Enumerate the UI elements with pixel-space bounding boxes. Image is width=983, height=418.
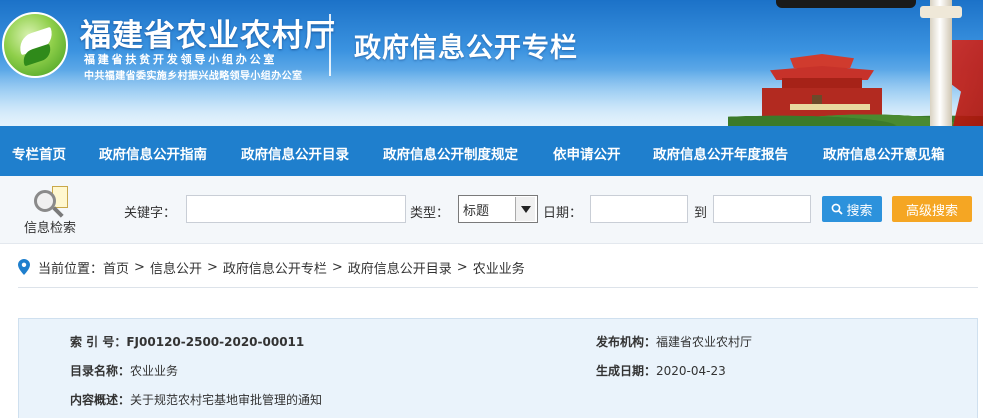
advanced-search-label: 高级搜索 bbox=[905, 203, 958, 219]
ministry-logo-icon[interactable] bbox=[2, 12, 68, 78]
org-subtitle-2: 中共福建省委实施乡村振兴战略领导小组办公室 bbox=[84, 71, 303, 82]
nav-item-home[interactable]: 专栏首页 bbox=[12, 143, 66, 163]
nav-item-apply[interactable]: 依申请公开 bbox=[553, 143, 621, 163]
org-title[interactable]: 福建省农业农村厅 bbox=[80, 10, 336, 55]
keyword-label: 关键字： bbox=[124, 206, 177, 221]
index-number-row: 索 引 号：FJ00120-2500-2020-00011 bbox=[70, 333, 304, 350]
date-value: 2020-04-23 bbox=[656, 364, 726, 378]
org-subtitle-1: 福建省扶贫开发领导小组办公室 bbox=[84, 53, 278, 66]
huabiao-top bbox=[920, 6, 962, 18]
search-button[interactable]: 搜索 bbox=[822, 196, 882, 222]
content-divider bbox=[18, 287, 978, 288]
huabiao-pillar bbox=[930, 0, 952, 126]
chevron-down-icon[interactable] bbox=[515, 197, 535, 221]
nav-item-regulations[interactable]: 政府信息公开制度规定 bbox=[383, 143, 518, 163]
breadcrumb-separator: > bbox=[456, 259, 468, 275]
date-row: 生成日期：2020-04-23 bbox=[596, 362, 726, 379]
main-nav: 专栏首页 政府信息公开指南 政府信息公开目录 政府信息公开制度规定 依申请公开 … bbox=[0, 126, 983, 176]
breadcrumb-separator: > bbox=[134, 259, 145, 275]
summary-key: 内容概述： bbox=[70, 393, 131, 407]
summary-row: 内容概述：关于规范农村宅基地审批管理的通知 bbox=[70, 391, 322, 408]
location-pin-icon bbox=[18, 259, 30, 275]
breadcrumb-column[interactable]: 政府信息公开专栏 bbox=[223, 258, 327, 277]
breadcrumb-home[interactable]: 首页 bbox=[103, 258, 129, 277]
type-select[interactable]: 标题 bbox=[458, 195, 538, 223]
breadcrumb-separator: > bbox=[206, 259, 218, 275]
catalog-value: 农业业务 bbox=[130, 364, 179, 378]
date-from-input[interactable] bbox=[590, 195, 688, 223]
type-select-value: 标题 bbox=[463, 203, 490, 219]
summary-value: 关于规范农村宅基地审批管理的通知 bbox=[130, 393, 323, 407]
banner-top-tab bbox=[776, 0, 916, 8]
header-divider bbox=[329, 14, 331, 76]
breadcrumb-info-public[interactable]: 信息公开 bbox=[150, 258, 202, 277]
index-number-value: FJ00120-2500-2020-00011 bbox=[126, 335, 305, 349]
header-banner: 福建省农业农村厅 福建省扶贫开发领导小组办公室 中共福建省委实施乡村振兴战略领导… bbox=[0, 0, 983, 126]
breadcrumb-catalog[interactable]: 政府信息公开目录 bbox=[348, 258, 452, 277]
search-icon bbox=[832, 203, 844, 215]
breadcrumb-current[interactable]: 农业业务 bbox=[473, 258, 525, 277]
date-label: 日期： bbox=[543, 206, 583, 221]
breadcrumb-prefix: 当前位置： bbox=[38, 261, 104, 277]
type-label: 类型： bbox=[410, 206, 450, 221]
date-to-input[interactable] bbox=[713, 195, 811, 223]
info-search-label[interactable]: 信息检索 bbox=[24, 217, 76, 236]
column-title: 政府信息公开专栏 bbox=[354, 33, 578, 64]
index-number-key: 索 引 号： bbox=[70, 335, 127, 349]
publisher-row: 发布机构：福建省农业农村厅 bbox=[596, 333, 752, 350]
tiananmen-illustration bbox=[790, 54, 854, 68]
catalog-key: 目录名称： bbox=[70, 364, 131, 378]
keyword-input[interactable] bbox=[186, 195, 406, 223]
nav-item-feedback[interactable]: 政府信息公开意见箱 bbox=[823, 143, 945, 163]
breadcrumb: 当前位置： 首页 > 信息公开 > 政府信息公开专栏 > 政府信息公开目录 > … bbox=[18, 257, 525, 277]
catalog-row: 目录名称：农业业务 bbox=[70, 362, 178, 379]
publisher-value: 福建省农业农村厅 bbox=[656, 335, 753, 349]
advanced-search-button[interactable]: 高级搜索 bbox=[892, 196, 972, 222]
date-to-label: 到 bbox=[694, 206, 708, 221]
search-button-label: 搜索 bbox=[846, 203, 873, 219]
publisher-key: 发布机构： bbox=[596, 335, 657, 349]
breadcrumb-separator: > bbox=[331, 259, 343, 275]
nav-item-guide[interactable]: 政府信息公开指南 bbox=[99, 143, 207, 163]
nav-item-annual-report[interactable]: 政府信息公开年度报告 bbox=[653, 143, 788, 163]
nav-item-catalog[interactable]: 政府信息公开目录 bbox=[241, 143, 349, 163]
date-key: 生成日期： bbox=[596, 364, 657, 378]
